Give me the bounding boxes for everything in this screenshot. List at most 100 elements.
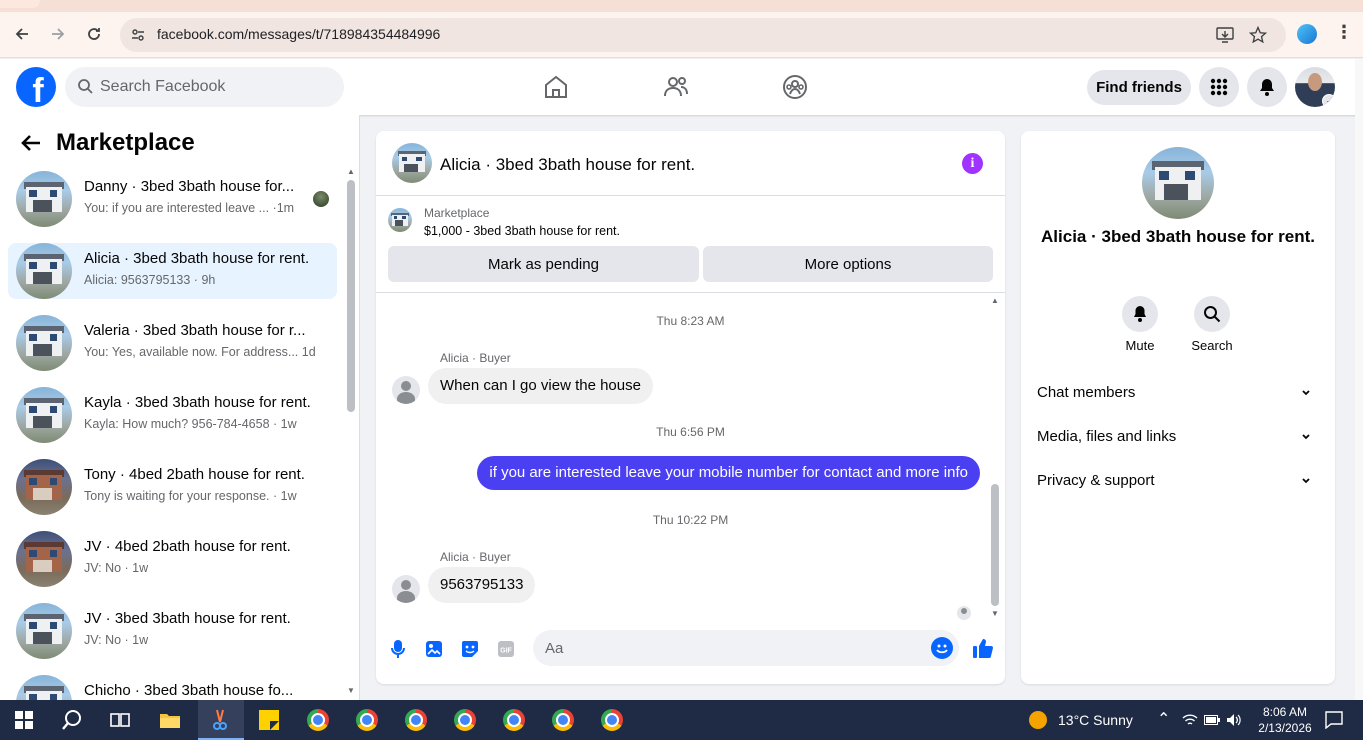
browser-menu-icon[interactable]: ⋮ [1334, 22, 1354, 46]
chat-scrollbar[interactable] [991, 484, 999, 606]
bookmark-star-icon[interactable] [1247, 25, 1269, 45]
gif-icon[interactable]: GIF [496, 639, 516, 659]
taskbar-clock[interactable]: 8:06 AM 2/13/2026 [1255, 704, 1315, 736]
sticky-notes-icon[interactable] [255, 706, 283, 734]
windows-taskbar: 13°C Sunny ⌃ 8:06 AM 2/13/2026 [0, 700, 1363, 740]
conversation-item-danny[interactable]: Danny · 3bed 3bath house for... You: if … [8, 171, 337, 227]
search-facebook-input[interactable]: Search Facebook [65, 67, 344, 107]
chat-panel: Alicia · 3bed 3bath house for rent. i Ma… [376, 131, 1005, 684]
extension-icon[interactable] [1297, 24, 1317, 44]
weather-text[interactable]: 13°C Sunny [1058, 712, 1133, 728]
info-icon[interactable]: i [962, 153, 983, 174]
thumbs-up-icon[interactable] [972, 636, 994, 660]
chevron-up-icon[interactable]: ⌃ [1157, 709, 1170, 729]
message-bubble-incoming[interactable]: 9563795133 [428, 567, 536, 603]
facebook-logo-icon[interactable]: f [16, 67, 56, 107]
sidebar-scrollbar[interactable] [347, 180, 355, 412]
more-options-button[interactable]: More options [703, 246, 993, 282]
battery-icon[interactable] [1202, 706, 1222, 734]
marketplace-conversation-list: Marketplace Danny · 3bed 3bath house for… [0, 115, 360, 700]
emoji-icon[interactable] [931, 637, 953, 659]
reload-icon[interactable] [80, 20, 108, 48]
chrome-profile-3-icon[interactable] [402, 706, 430, 734]
chat-members-section[interactable]: Chat members [1037, 384, 1319, 408]
mark-as-pending-button[interactable]: Mark as pending [388, 246, 699, 282]
conversation-item-jv-3bed[interactable]: JV · 3bed 3bath house for rent. JV: No ·… [8, 603, 337, 659]
find-friends-button[interactable]: Find friends [1087, 70, 1191, 105]
gif-label: GIF [500, 648, 512, 655]
bell-icon [1122, 296, 1158, 332]
chat-title[interactable]: Alicia · 3bed 3bath house for rent. [440, 155, 695, 175]
photo-attach-icon[interactable] [424, 639, 444, 659]
listing-photo[interactable] [1142, 147, 1214, 219]
file-explorer-icon[interactable] [156, 706, 184, 734]
message-bubble-incoming[interactable]: When can I go view the house [428, 368, 653, 404]
listing-thumbnail [16, 387, 72, 443]
forward-icon[interactable] [44, 20, 72, 48]
facebook-header: f Search Facebook Find friends ⌄ [0, 59, 1363, 115]
wifi-icon[interactable] [1180, 706, 1200, 734]
search-in-conversation-button[interactable]: Search [1182, 296, 1242, 353]
chrome-profile-7-icon[interactable] [598, 706, 626, 734]
browser-tab[interactable] [0, 0, 40, 8]
seen-avatar [313, 191, 329, 207]
chrome-profile-5-icon[interactable] [500, 706, 528, 734]
conversation-item-tony[interactable]: Tony · 4bed 2bath house for rent. Tony i… [8, 459, 337, 515]
conversation-item-jv-4bed[interactable]: JV · 4bed 2bath house for rent. JV: No ·… [8, 531, 337, 587]
url-text[interactable]: facebook.com/messages/t/718984354484996 [157, 26, 440, 42]
sticker-icon[interactable] [460, 639, 480, 659]
scroll-up-arrow-icon[interactable]: ▲ [991, 296, 999, 305]
chevron-down-icon [1302, 478, 1310, 484]
snipping-tool-icon[interactable] [206, 706, 234, 734]
conversation-item-alicia[interactable]: Alicia · 3bed 3bath house for rent. Alic… [8, 243, 337, 299]
task-view-icon[interactable] [106, 706, 134, 734]
groups-icon[interactable] [781, 73, 809, 101]
message-input[interactable]: Aa [533, 630, 959, 666]
address-bar[interactable]: facebook.com/messages/t/718984354484996 [120, 18, 1286, 52]
chevron-down-icon [1302, 390, 1310, 396]
site-settings-icon[interactable] [128, 25, 148, 45]
listing-small-thumbnail[interactable] [388, 208, 412, 232]
chrome-profile-4-icon[interactable] [451, 706, 479, 734]
chevron-down-icon [1302, 434, 1310, 440]
conversation-item-kayla[interactable]: Kayla · 3bed 3bath house for rent. Kayla… [8, 387, 337, 443]
sender-avatar[interactable] [392, 376, 420, 404]
listing-price[interactable]: $1,000 - 3bed 3bath house for rent. [424, 224, 620, 238]
chrome-profile-2-icon[interactable] [353, 706, 381, 734]
notifications-bell-icon[interactable] [1247, 67, 1287, 107]
message-timestamp: Thu 10:22 PM [652, 513, 729, 527]
browser-toolbar: facebook.com/messages/t/718984354484996 … [0, 12, 1363, 58]
profile-avatar[interactable]: ⌄ [1295, 67, 1335, 107]
scroll-down-arrow-icon[interactable]: ▼ [347, 686, 355, 695]
volume-icon[interactable] [1224, 706, 1244, 734]
sender-avatar[interactable] [392, 575, 420, 603]
chrome-profile-6-icon[interactable] [549, 706, 577, 734]
chat-listing-thumbnail[interactable] [392, 143, 432, 183]
microphone-icon[interactable] [388, 639, 408, 659]
conversation-item-chicho[interactable]: Chicho · 3bed 3bath house fo... [8, 675, 337, 700]
friends-icon[interactable] [662, 73, 690, 101]
page-scrollbar[interactable] [1355, 59, 1363, 700]
listing-banner: Marketplace $1,000 - 3bed 3bath house fo… [376, 196, 1005, 293]
notification-center-icon[interactable] [1320, 706, 1348, 734]
back-arrow-icon[interactable] [20, 133, 42, 159]
install-app-icon[interactable] [1214, 25, 1236, 45]
weather-sun-icon[interactable] [1024, 706, 1052, 734]
windows-start-icon[interactable] [10, 706, 38, 734]
media-files-links-section[interactable]: Media, files and links [1037, 428, 1319, 452]
privacy-support-section[interactable]: Privacy & support [1037, 472, 1319, 496]
message-timestamp: Thu 8:23 AM [656, 314, 725, 328]
back-icon[interactable] [8, 20, 36, 48]
mute-button[interactable]: Mute [1110, 296, 1170, 353]
listing-thumbnail [16, 243, 72, 299]
message-bubble-outgoing[interactable]: if you are interested leave your mobile … [477, 456, 980, 490]
chrome-profile-1-icon[interactable] [304, 706, 332, 734]
menu-grid-icon[interactable] [1199, 67, 1239, 107]
listing-thumbnail [16, 315, 72, 371]
conversation-item-valeria[interactable]: Valeria · 3bed 3bath house for r... You:… [8, 315, 337, 371]
message-timestamp: Thu 6:56 PM [656, 425, 725, 439]
scroll-down-arrow-icon[interactable]: ▼ [991, 609, 999, 618]
home-icon[interactable] [542, 73, 570, 101]
taskbar-search-icon[interactable] [58, 706, 86, 734]
scroll-up-arrow-icon[interactable]: ▲ [347, 167, 355, 176]
